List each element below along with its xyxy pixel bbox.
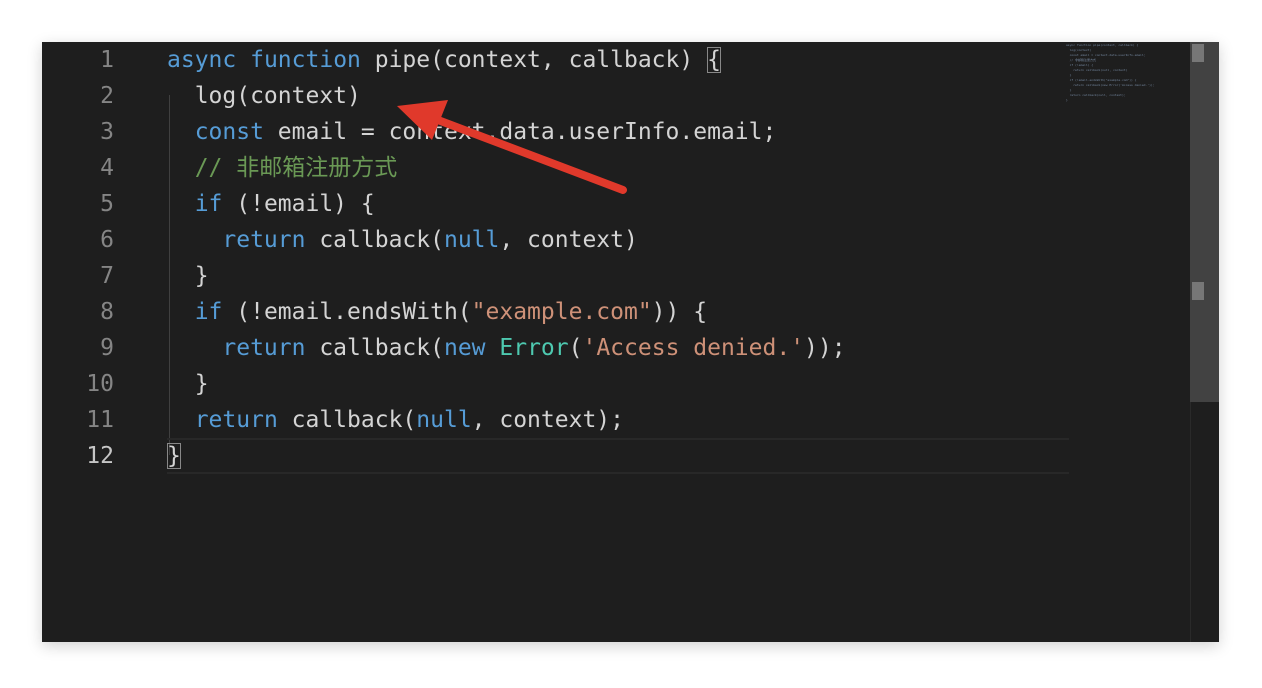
code-editor[interactable]: 1 2 3 4 5 6 7 8 9 10 11 12 async function pipe(cont… <box>42 42 1219 642</box>
code-token: callback( <box>305 227 444 253</box>
code-line[interactable]: return callback(null, context); <box>167 402 624 438</box>
code-token: return <box>222 335 306 361</box>
matching-bracket: { <box>707 47 721 73</box>
code-token: const <box>194 119 264 145</box>
code-token: Error <box>499 335 569 361</box>
minimap-line: } <box>1066 88 1072 92</box>
line-number: 8 <box>100 299 114 325</box>
line-number: 12 <box>86 443 114 469</box>
minimap-line: if (!email.endsWith("example.com")) { <box>1066 78 1137 82</box>
code-token: null <box>416 407 472 433</box>
code-token: callback( <box>305 335 444 361</box>
code-token: } <box>167 263 209 289</box>
code-token: (!email) { <box>222 191 375 217</box>
current-line-highlight <box>167 438 1069 474</box>
code-token: function <box>250 47 361 73</box>
code-line[interactable]: // 非邮箱注册方式 <box>167 150 398 186</box>
code-token: return <box>194 407 278 433</box>
code-line[interactable]: log(context) <box>167 78 361 114</box>
minimap-line: log(context) <box>1066 48 1092 52</box>
minimap-line: return callback(new Error('Access denied… <box>1066 83 1155 87</box>
code-token: "example.com" <box>471 299 652 325</box>
code-token: , context); <box>471 407 624 433</box>
code-line[interactable]: return callback(new Error('Access denied… <box>167 330 846 366</box>
line-number: 9 <box>100 335 114 361</box>
code-token: if <box>194 299 223 325</box>
line-number: 5 <box>100 191 114 217</box>
scroll-marker <box>1192 44 1204 62</box>
minimap-line: return callback(null, context) <box>1066 68 1128 72</box>
minimap-line: return callback(null, context); <box>1066 93 1126 97</box>
line-number: 3 <box>100 119 114 145</box>
matching-bracket: } <box>167 443 181 469</box>
code-token: 'Access denied.' <box>582 335 805 361</box>
code-token: if <box>194 191 223 217</box>
code-line[interactable]: if (!email) { <box>167 186 375 222</box>
line-number: 10 <box>86 371 114 397</box>
code-token: new <box>443 335 486 361</box>
code-line[interactable]: return callback(null, context) <box>167 222 638 258</box>
code-line[interactable]: } <box>167 366 209 402</box>
code-token: )) { <box>651 299 708 325</box>
code-token: pipe(context, callback) <box>360 47 708 73</box>
line-number: 1 <box>100 47 114 73</box>
minimap-line: } <box>1066 98 1068 102</box>
code-token: return <box>222 227 306 253</box>
minimap-line: const email = context.data.userInfo.emai… <box>1066 53 1146 57</box>
vertical-scrollbar-thumb[interactable] <box>1190 42 1219 402</box>
minimap-line: } <box>1066 73 1072 77</box>
code-token: null <box>443 227 500 253</box>
code-token: log(context) <box>167 83 361 109</box>
minimap-line: if (!email) { <box>1066 63 1094 67</box>
minimap-line: async function pipe(context, callback) { <box>1066 43 1139 47</box>
code-line[interactable]: const email = context.data.userInfo.emai… <box>167 114 777 150</box>
code-token: } <box>167 371 209 397</box>
line-number: 2 <box>100 83 114 109</box>
code-line[interactable]: } <box>167 258 209 294</box>
line-number: 7 <box>100 263 114 289</box>
code-token: , context) <box>499 227 638 253</box>
code-token: ( <box>568 335 583 361</box>
line-number: 6 <box>100 227 114 253</box>
code-token: // 非邮箱注册方式 <box>167 155 398 181</box>
line-number: 11 <box>86 407 114 433</box>
code-token: email = context.data.userInfo.email; <box>263 119 777 145</box>
scroll-marker <box>1192 282 1204 300</box>
code-token: (!email.endsWith( <box>222 299 472 325</box>
line-number: 4 <box>100 155 114 181</box>
code-token: callback( <box>277 407 417 433</box>
minimap-line: // 非邮箱注册方式 <box>1066 58 1097 62</box>
code-token: )); <box>804 335 846 361</box>
code-line[interactable]: async function pipe(context, callback) { <box>167 42 721 78</box>
minimap[interactable]: async function pipe(context, callback) {… <box>1066 42 1186 102</box>
code-line[interactable]: if (!email.endsWith("example.com")) { <box>167 294 707 330</box>
code-token: async <box>167 47 237 73</box>
code-line[interactable]: } <box>167 438 181 474</box>
